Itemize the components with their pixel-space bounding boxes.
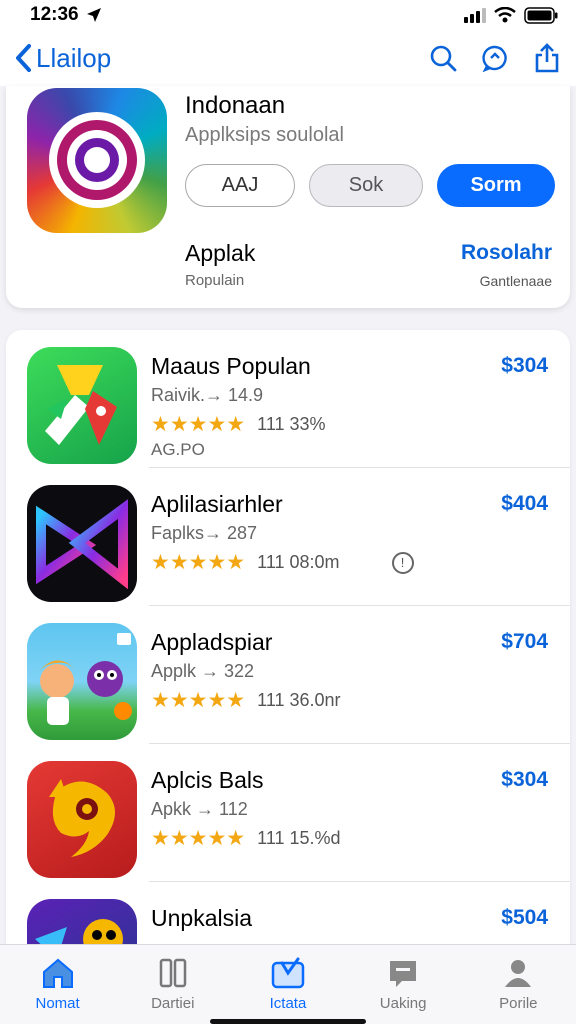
app-meta: Applk → 322 <box>151 661 255 681</box>
app-meta: Raivik.→ 14.9 <box>151 385 264 405</box>
tab-apps[interactable]: Ictata <box>238 955 338 1024</box>
chevron-left-icon <box>16 44 31 72</box>
star-rating: ★★★★★ <box>151 551 246 574</box>
battery-icon <box>524 6 558 24</box>
tab-label: Nomat <box>35 995 80 1012</box>
price-button[interactable]: $404 <box>501 492 548 516</box>
tab-label: Ictata <box>269 995 307 1012</box>
list-item[interactable]: Aplcis Bals Apkk → 112 ★★★★★ 111 15.%d $… <box>6 744 570 882</box>
chat-bubble-icon[interactable] <box>480 43 510 73</box>
price-button[interactable]: $504 <box>501 906 548 930</box>
tab-label: Porile <box>499 995 538 1012</box>
featured-app-subtitle: Applksips soulolal <box>185 124 344 146</box>
featured-app-card: Indonaan Applksips soulolal AAJ Sok Sorm… <box>6 86 570 308</box>
maps-app-icon <box>27 347 137 464</box>
nav-bar: Llailop <box>0 30 576 86</box>
video-app-icon <box>27 485 137 602</box>
tab-label: Uaking <box>379 995 427 1012</box>
book-icon <box>155 955 191 991</box>
tab-profile[interactable]: Porile <box>468 955 568 1024</box>
share-icon[interactable] <box>532 43 562 73</box>
info-icon[interactable]: ! <box>391 551 414 574</box>
list-item[interactable]: Maaus Populan Raivik.→ 14.9 ★★★★★ 111 33… <box>6 330 570 468</box>
price-button[interactable]: $304 <box>501 354 548 378</box>
pill-button-1[interactable]: AAJ <box>185 164 295 207</box>
app-name: Unpkalsia <box>151 905 252 931</box>
section-caption: Ropulain <box>185 272 245 289</box>
rating-text: 111 15.%d <box>257 828 341 848</box>
signal-icon <box>464 8 486 23</box>
rating-line: ★★★★★ 111 08:0m ! <box>151 550 414 575</box>
status-icons <box>464 6 558 24</box>
status-time: 12:36 <box>30 4 79 25</box>
list-item[interactable]: Appladspiar Applk → 322 ★★★★★ 111 36.0nr… <box>6 606 570 744</box>
app-extra: AG.PO <box>151 440 205 459</box>
home-icon <box>40 955 76 991</box>
price-button[interactable]: $704 <box>501 630 548 654</box>
price-button[interactable]: $304 <box>501 768 548 792</box>
star-rating: ★★★★★ <box>151 827 246 850</box>
wifi-icon <box>494 7 516 23</box>
rating-line: ★★★★★ 111 33% <box>151 412 326 437</box>
game-characters-icon <box>27 623 137 740</box>
rating-text: 111 08:0m <box>257 552 340 572</box>
home-indicator[interactable] <box>210 1019 366 1024</box>
app-meta: Faplks→ 287 <box>151 523 258 543</box>
apps-icon <box>270 955 306 991</box>
back-label: Llailop <box>36 42 112 73</box>
rating-text: 111 36.0nr <box>257 690 341 710</box>
star-rating: ★★★★★ <box>151 689 246 712</box>
pill-button-2[interactable]: Sok <box>309 164 423 207</box>
search-icon[interactable] <box>428 43 458 73</box>
tab-home[interactable]: Nomat <box>8 955 108 1024</box>
app-meta: Apkk → 112 <box>151 799 248 819</box>
tab-library[interactable]: Dartiei <box>123 955 223 1024</box>
chat-icon <box>385 955 421 991</box>
rating-text: 111 33% <box>257 414 326 434</box>
star-rating: ★★★★★ <box>151 413 246 436</box>
tab-label: Dartiei <box>151 995 195 1012</box>
tab-messages[interactable]: Uaking <box>353 955 453 1024</box>
rating-line: ★★★★★ 111 15.%d <box>151 826 341 851</box>
status-bar: 12:36 <box>0 0 576 30</box>
primary-pill-button[interactable]: Sorm <box>437 164 555 207</box>
back-button[interactable]: Llailop <box>14 43 111 74</box>
list-item[interactable]: Aplilasiarhler Faplks→ 287 ★★★★★ 111 08:… <box>6 468 570 606</box>
app-name: Maaus Populan <box>151 353 311 379</box>
status-time-group: 12:36 <box>30 4 103 26</box>
nav-actions <box>428 43 562 73</box>
creature-app-icon <box>27 761 137 878</box>
app-name: Appladspiar <box>151 629 273 655</box>
featured-app-icon[interactable] <box>27 88 167 233</box>
section-link[interactable]: Rosolahr <box>461 241 552 265</box>
section-link-caption: Gantlenaae <box>479 273 552 289</box>
app-name: Aplcis Bals <box>151 767 264 793</box>
featured-app-title: Indonaan <box>185 92 286 119</box>
tab-bar: Nomat Dartiei Ictata Uaking Porile <box>0 944 576 1024</box>
person-icon <box>500 955 536 991</box>
app-name: Aplilasiarhler <box>151 491 283 517</box>
app-list: Maaus Populan Raivik.→ 14.9 ★★★★★ 111 33… <box>6 330 570 970</box>
section-title: Applak <box>185 240 256 266</box>
rating-line: ★★★★★ 111 36.0nr <box>151 688 341 713</box>
location-arrow-icon <box>86 8 101 22</box>
